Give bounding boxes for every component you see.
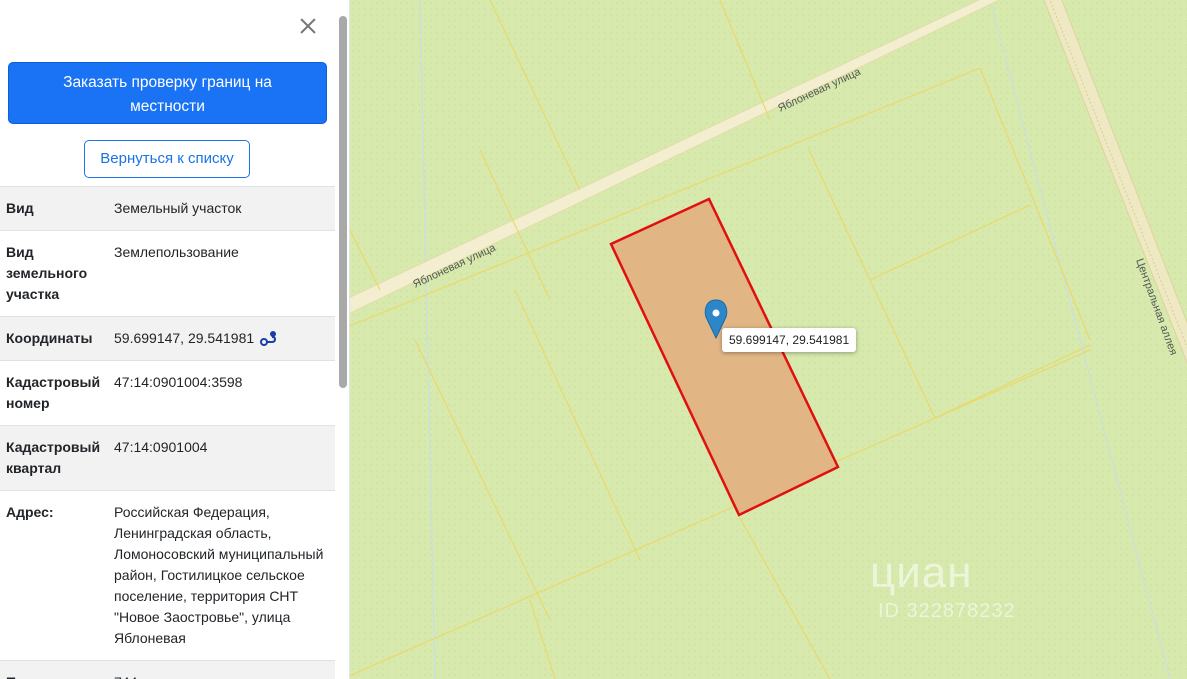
watermark-logo: циан xyxy=(870,548,973,597)
row-key: Вид xyxy=(0,186,108,231)
row-key: Адрес: xyxy=(0,490,108,661)
table-row: Кадастровый номер 47:14:0901004:3598 xyxy=(0,360,335,426)
order-boundary-check-button[interactable]: Заказать проверку границ на местности xyxy=(8,62,327,124)
coordinates-popup: 59.699147, 29.541981 xyxy=(722,328,857,352)
close-icon[interactable] xyxy=(296,14,320,38)
coordinates-value: 59.699147, 29.541981 xyxy=(114,330,255,346)
parcel-info-table: Вид Земельный участок Вид земельного уча… xyxy=(0,186,335,679)
table-row: Вид Земельный участок xyxy=(0,186,335,231)
row-value: 47:14:0901004 xyxy=(108,425,335,491)
watermark-id: ID 322878232 xyxy=(878,600,1016,622)
row-value: 744 кв.м. xyxy=(108,660,335,679)
table-row: Координаты 59.699147, 29.541981 xyxy=(0,316,335,361)
row-value: Земельный участок xyxy=(108,186,335,231)
row-value: Землепользование xyxy=(108,230,335,317)
scrollbar-thumb[interactable] xyxy=(339,16,347,388)
table-row: Адрес: Российская Федерация, Ленинградск… xyxy=(0,490,335,661)
table-row: Вид земельного участка Землепользование xyxy=(0,230,335,317)
table-row: Площадь 744 кв.м. xyxy=(0,660,335,679)
row-key: Кадастровый квартал xyxy=(0,425,108,491)
info-panel: Заказать проверку границ на местности Ве… xyxy=(0,0,350,679)
route-icon[interactable] xyxy=(260,330,278,346)
row-key: Площадь xyxy=(0,660,108,679)
map-view[interactable]: Яблоневая улица Яблоневая улица Централь… xyxy=(350,0,1187,679)
row-value: 47:14:0901004:3598 xyxy=(108,360,335,426)
row-key: Координаты xyxy=(0,316,108,361)
back-to-list-button[interactable]: Вернуться к списку xyxy=(84,140,250,178)
row-value-coordinates: 59.699147, 29.541981 xyxy=(108,316,335,361)
table-row: Кадастровый квартал 47:14:0901004 xyxy=(0,425,335,491)
row-key: Кадастровый номер xyxy=(0,360,108,426)
row-value: Российская Федерация, Ленинградская обла… xyxy=(108,490,335,661)
row-key: Вид земельного участка xyxy=(0,230,108,317)
